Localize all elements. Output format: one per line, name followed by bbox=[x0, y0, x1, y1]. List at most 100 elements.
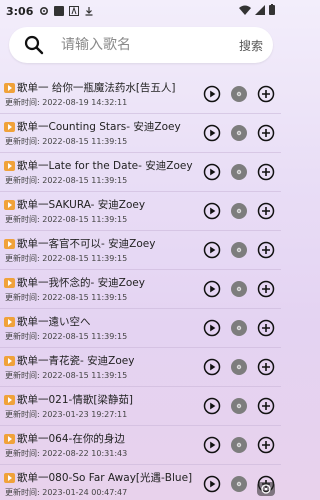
play-icon[interactable] bbox=[203, 202, 221, 220]
song-update-time: 更新时间: 2022-08-15 11:39:15 bbox=[5, 254, 128, 263]
font-icon bbox=[69, 6, 80, 16]
disc-icon[interactable] bbox=[230, 241, 248, 259]
song-info: 歌单一遠い空へ更新时间: 2022-08-15 11:39:15 bbox=[4, 314, 199, 342]
song-title-line: 歌单一Late for the Date- 安迪Zoey bbox=[4, 158, 199, 173]
song-title-line: 歌单一Counting Stars- 安迪Zoey bbox=[4, 119, 199, 134]
song-actions bbox=[203, 241, 275, 259]
song-update-time: 更新时间: 2022-08-15 11:39:15 bbox=[5, 293, 128, 302]
add-icon[interactable] bbox=[257, 241, 275, 259]
disc-icon[interactable] bbox=[230, 124, 248, 142]
search-input[interactable] bbox=[61, 37, 211, 53]
play-icon[interactable] bbox=[203, 280, 221, 298]
song-title-line: 歌单一客官不可以- 安迪Zoey bbox=[4, 236, 199, 251]
song-tag-icon bbox=[4, 472, 15, 483]
song-update-time: 更新时间: 2023-01-24 00:47:47 bbox=[5, 488, 128, 497]
add-icon[interactable] bbox=[257, 358, 275, 376]
song-actions bbox=[203, 280, 275, 298]
list-item[interactable]: 歌单一080-So Far Away[光遇-Blue] 更新时间: 2023-01… bbox=[0, 465, 281, 500]
disc-icon[interactable] bbox=[230, 397, 248, 415]
play-icon[interactable] bbox=[203, 124, 221, 142]
song-info: 歌单一080-So Far Away[光遇-Blue] 更新时间: 2023-01… bbox=[4, 470, 199, 498]
download-icon bbox=[84, 6, 94, 16]
play-icon[interactable] bbox=[203, 241, 221, 259]
song-tag-icon bbox=[4, 199, 15, 210]
song-title-line: 歌单一我怀念的- 安迪Zoey bbox=[4, 275, 199, 290]
play-icon[interactable] bbox=[203, 319, 221, 337]
song-title-line: 歌单一SAKURA- 安迪Zoey bbox=[4, 197, 199, 212]
list-item[interactable]: 歌单一064-在你的身边更新时间: 2022-08-22 10:31:43 bbox=[0, 426, 281, 465]
list-item[interactable]: 歌单一021-情歌[梁静茹] 更新时间: 2023-01-23 19:27:11 bbox=[0, 387, 281, 426]
song-info: 歌单一青花瓷- 安迪Zoey 更新时间: 2022-08-15 11:39:15 bbox=[4, 353, 199, 381]
add-icon[interactable] bbox=[257, 280, 275, 298]
song-list: 歌单一 给你一瓶魔法药水[告五人] 更新时间: 2022-08-19 14:32:… bbox=[0, 75, 281, 500]
list-item[interactable]: 歌单一遠い空へ更新时间: 2022-08-15 11:39:15 bbox=[0, 309, 281, 348]
song-update-time: 更新时间: 2022-08-19 14:32:11 bbox=[5, 98, 128, 107]
disc-icon[interactable] bbox=[230, 358, 248, 376]
play-icon[interactable] bbox=[203, 397, 221, 415]
list-item[interactable]: 歌单一SAKURA- 安迪Zoey 更新时间: 2022-08-15 11:39:… bbox=[0, 192, 281, 231]
search-icon[interactable] bbox=[23, 34, 45, 56]
song-actions bbox=[203, 85, 275, 103]
logo-icon bbox=[261, 484, 271, 494]
song-info: 歌单一 给你一瓶魔法药水[告五人] 更新时间: 2022-08-19 14:32:… bbox=[4, 80, 199, 108]
play-icon[interactable] bbox=[203, 358, 221, 376]
status-bar: 3:06 bbox=[0, 0, 281, 22]
disc-icon[interactable] bbox=[230, 436, 248, 454]
song-title: 歌单一Counting Stars- 安迪Zoey bbox=[17, 121, 181, 133]
disc-icon[interactable] bbox=[230, 280, 248, 298]
play-icon[interactable] bbox=[203, 436, 221, 454]
song-title: 歌单一遠い空へ bbox=[17, 316, 91, 328]
song-title: 歌单一 给你一瓶魔法药水[告五人] bbox=[17, 82, 176, 94]
song-title: 歌单一Late for the Date- 安迪Zoey bbox=[17, 160, 193, 172]
disc-icon[interactable] bbox=[230, 85, 248, 103]
song-title-line: 歌单一021-情歌[梁静茹] bbox=[4, 392, 199, 407]
add-icon[interactable] bbox=[257, 85, 275, 103]
search-button[interactable]: 搜索 bbox=[239, 37, 263, 54]
song-actions bbox=[203, 202, 275, 220]
play-icon[interactable] bbox=[203, 85, 221, 103]
song-tag-icon bbox=[4, 160, 15, 171]
song-update-time: 更新时间: 2022-08-22 10:31:43 bbox=[5, 449, 128, 458]
song-info: 歌单一客官不可以- 安迪Zoey 更新时间: 2022-08-15 11:39:1… bbox=[4, 236, 199, 264]
add-icon[interactable] bbox=[257, 202, 275, 220]
notification-icon bbox=[54, 6, 65, 16]
song-title: 歌单一我怀念的- 安迪Zoey bbox=[17, 277, 145, 289]
song-update-time: 更新时间: 2022-08-15 11:39:15 bbox=[5, 332, 128, 341]
disc-icon[interactable] bbox=[230, 475, 248, 493]
song-title-line: 歌单一064-在你的身边 bbox=[4, 431, 199, 446]
song-update-time: 更新时间: 2022-08-15 11:39:15 bbox=[5, 176, 128, 185]
add-icon[interactable] bbox=[257, 319, 275, 337]
disc-icon[interactable] bbox=[230, 202, 248, 220]
song-actions bbox=[203, 397, 275, 415]
wifi-icon bbox=[239, 5, 251, 18]
watermark-logo bbox=[257, 482, 275, 496]
disc-icon[interactable] bbox=[230, 319, 248, 337]
song-info: 歌单一Counting Stars- 安迪Zoey 更新时间: 2022-08-1… bbox=[4, 119, 199, 147]
disc-icon[interactable] bbox=[230, 163, 248, 181]
song-tag-icon bbox=[4, 82, 15, 93]
song-actions bbox=[203, 358, 275, 376]
list-item[interactable]: 歌单一 给你一瓶魔法药水[告五人] 更新时间: 2022-08-19 14:32:… bbox=[0, 75, 281, 114]
song-update-time: 更新时间: 2023-01-23 19:27:11 bbox=[5, 410, 128, 419]
song-tag-icon bbox=[4, 238, 15, 249]
add-icon[interactable] bbox=[257, 436, 275, 454]
song-info: 歌单一Late for the Date- 安迪Zoey 更新时间: 2022-0… bbox=[4, 158, 199, 186]
add-icon[interactable] bbox=[257, 397, 275, 415]
song-tag-icon bbox=[4, 433, 15, 444]
play-icon[interactable] bbox=[203, 475, 221, 493]
list-item[interactable]: 歌单一青花瓷- 安迪Zoey 更新时间: 2022-08-15 11:39:15 bbox=[0, 348, 281, 387]
list-item[interactable]: 歌单一我怀念的- 安迪Zoey 更新时间: 2022-08-15 11:39:15 bbox=[0, 270, 281, 309]
song-title-line: 歌单一遠い空へ bbox=[4, 314, 199, 329]
play-icon[interactable] bbox=[203, 163, 221, 181]
status-time: 3:06 bbox=[6, 4, 34, 18]
list-item[interactable]: 歌单一Late for the Date- 安迪Zoey 更新时间: 2022-0… bbox=[0, 153, 281, 192]
search-bar: 搜索 bbox=[9, 27, 273, 63]
list-item[interactable]: 歌单一Counting Stars- 安迪Zoey 更新时间: 2022-08-1… bbox=[0, 114, 281, 153]
add-icon[interactable] bbox=[257, 124, 275, 142]
song-title: 歌单一SAKURA- 安迪Zoey bbox=[17, 199, 146, 211]
add-icon[interactable] bbox=[257, 163, 275, 181]
song-tag-icon bbox=[4, 355, 15, 366]
list-item[interactable]: 歌单一客官不可以- 安迪Zoey 更新时间: 2022-08-15 11:39:1… bbox=[0, 231, 281, 270]
song-update-time: 更新时间: 2022-08-15 11:39:15 bbox=[5, 137, 128, 146]
song-title: 歌单一客官不可以- 安迪Zoey bbox=[17, 238, 156, 250]
